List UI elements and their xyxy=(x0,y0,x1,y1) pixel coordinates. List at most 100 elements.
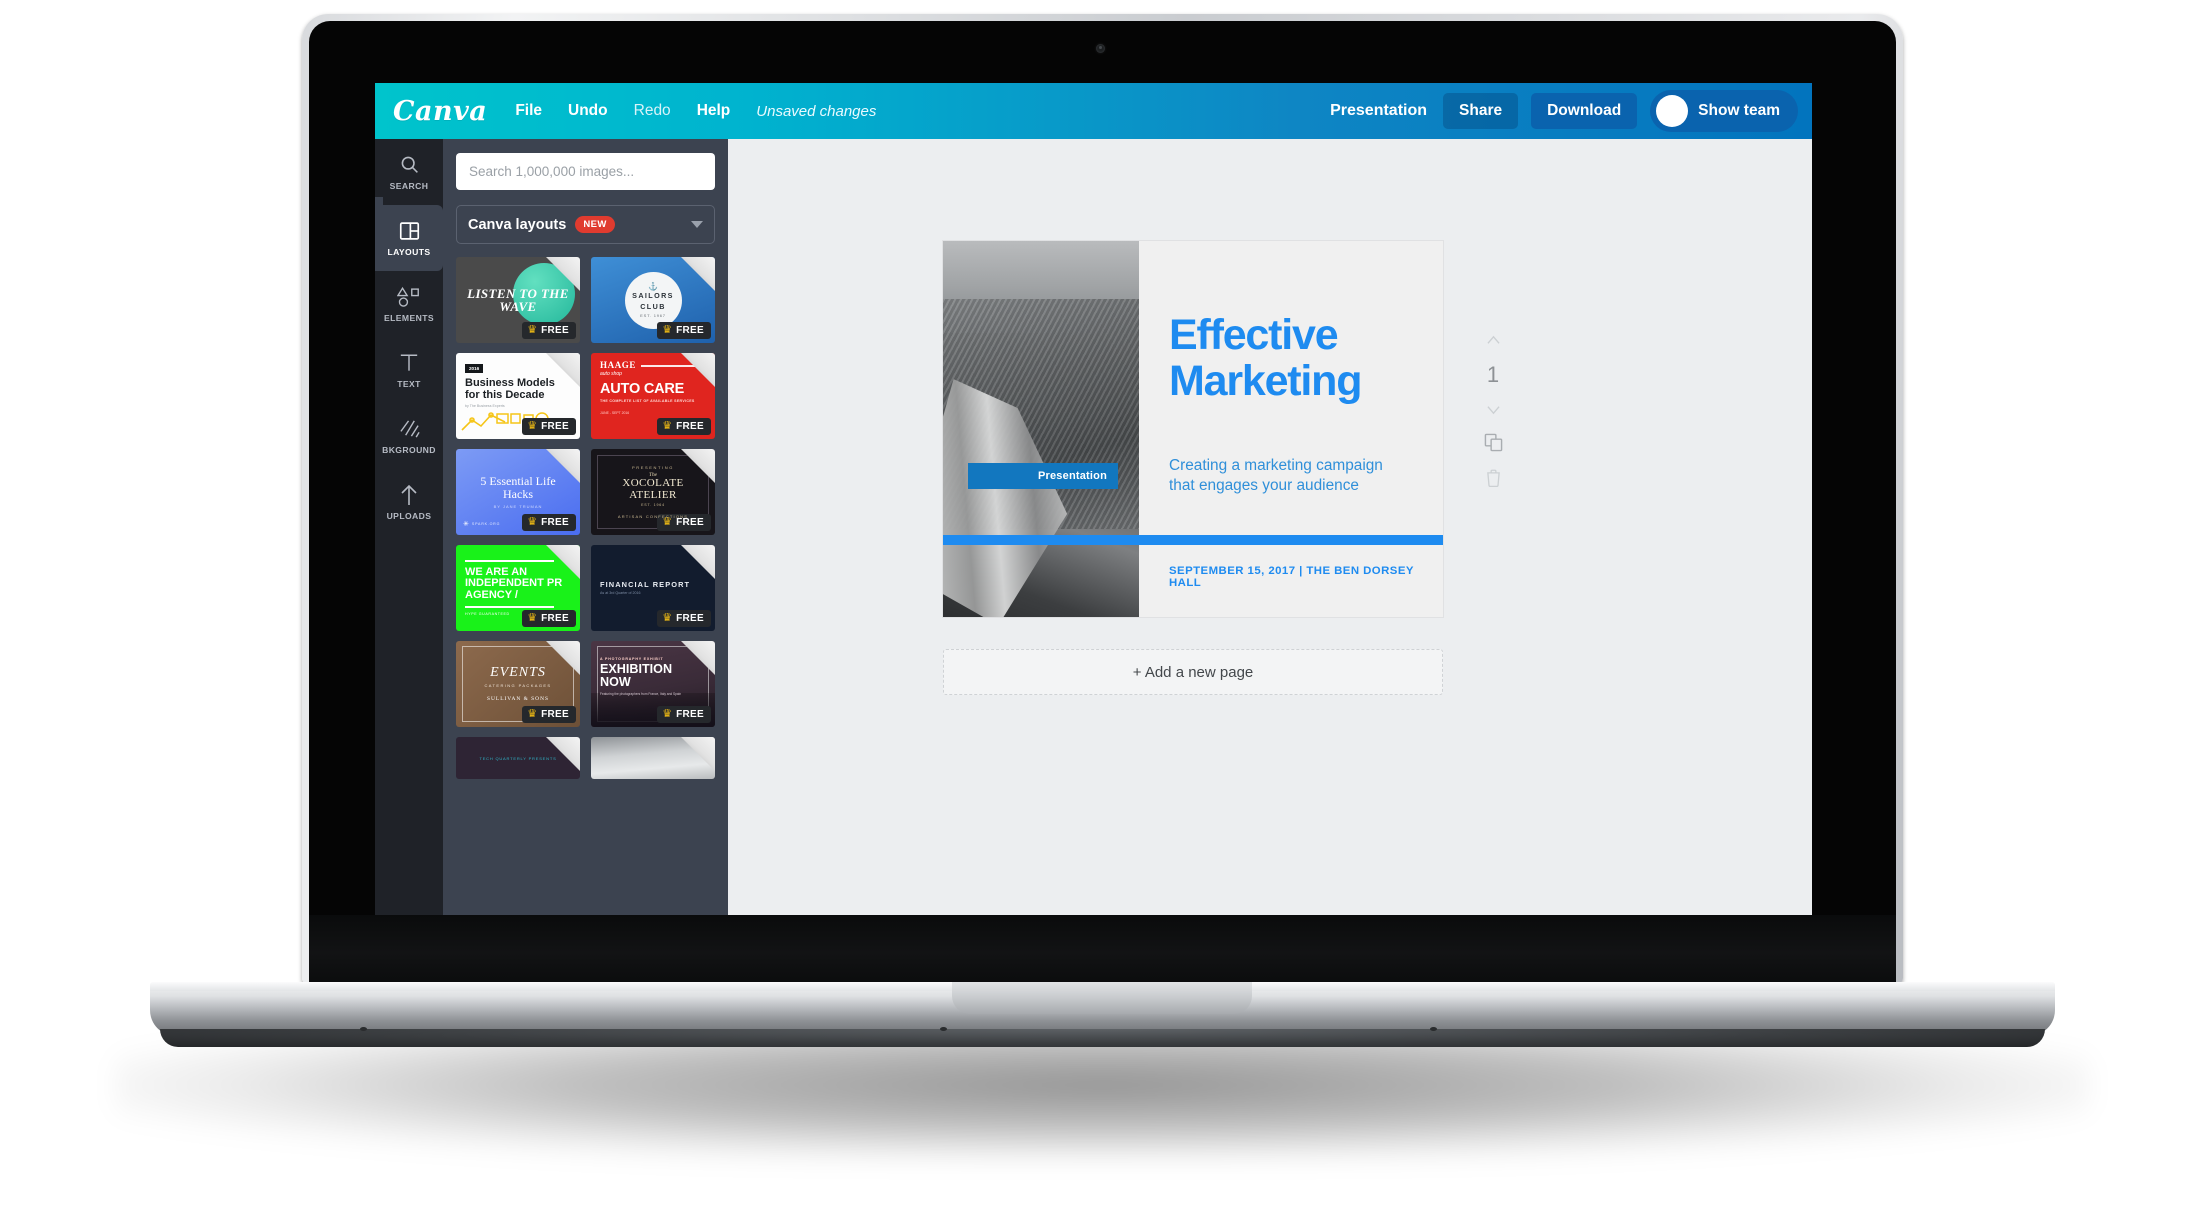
anchor-icon: ⚓ xyxy=(648,282,658,292)
menu-item-help[interactable]: Help xyxy=(697,102,731,120)
free-badge-label: FREE xyxy=(541,613,569,624)
template-thumb-xocolate-atelier[interactable]: PRESENTING The XOCOLATE ATELIER EST. 196… xyxy=(591,449,715,535)
template-thumb-haage-auto-care[interactable]: HAAGE auto shop AUTO CARE THE COMPLETE L… xyxy=(591,353,715,439)
sidebar-item-text[interactable]: TEXT xyxy=(375,337,443,403)
slide-subtitle-line2: that engages your audience xyxy=(1169,477,1359,495)
show-team-label: Show team xyxy=(1698,102,1780,119)
page-curl-icon xyxy=(681,257,715,291)
sidebar-item-layouts[interactable]: LAYOUTS xyxy=(375,197,443,271)
canva-logo[interactable]: Canva xyxy=(393,96,487,127)
download-button[interactable]: Download xyxy=(1531,93,1638,129)
template-thumb-events-catering[interactable]: EVENTS CATERING PACKAGES SULLIVAN & SONS… xyxy=(456,641,580,727)
laptop-foot-mid xyxy=(940,1027,947,1031)
move-up-icon[interactable] xyxy=(1486,334,1501,347)
free-badge[interactable]: ♛ FREE xyxy=(522,322,576,339)
avatar xyxy=(1656,95,1689,127)
template-subtitle: CATERING PACKAGES xyxy=(484,682,552,688)
search-placeholder-text: Search 1,000,000 images... xyxy=(469,164,635,179)
sidebar-item-label: BKGROUND xyxy=(382,444,436,455)
template-thumb-business-models[interactable]: 2016 Business Models for this Decade by … xyxy=(456,353,580,439)
share-button[interactable]: Share xyxy=(1443,93,1519,129)
sidebar-item-uploads[interactable]: UPLOADS xyxy=(375,469,443,535)
free-badge[interactable]: ♛ FREE xyxy=(522,514,576,531)
template-thumb-mountain-photo[interactable] xyxy=(591,737,715,779)
free-badge[interactable]: ♛ FREE xyxy=(657,418,711,435)
template-subtitle: by The Business Experts xyxy=(465,404,505,409)
template-subtitle: Featuring the photographers from France,… xyxy=(600,691,682,696)
sidebar-item-background[interactable]: BKGROUND xyxy=(375,403,443,469)
crown-icon: ♛ xyxy=(662,420,673,432)
menu-item-file[interactable]: File xyxy=(515,102,542,120)
template-title: 5 Essential Life Hacks xyxy=(480,474,556,501)
background-icon xyxy=(399,418,420,440)
laptop-foot-left xyxy=(360,1027,367,1031)
free-badge[interactable]: ♛ FREE xyxy=(657,610,711,627)
slide-footer[interactable]: SEPTEMBER 15, 2017 | THE BEN DORSEY HALL xyxy=(1169,565,1443,589)
text-icon xyxy=(399,352,419,374)
document-title[interactable]: Presentation xyxy=(1330,102,1427,120)
template-title: XOCOLATE ATELIER xyxy=(622,476,684,501)
add-new-page-label: + Add a new page xyxy=(1132,663,1254,681)
crown-icon: ♛ xyxy=(527,516,538,528)
add-new-page-button[interactable]: + Add a new page xyxy=(943,649,1443,695)
slide-title-line1: Effective xyxy=(1169,311,1339,359)
template-thumb-exhibition-now[interactable]: A PHOTOGRAPHY EXHIBIT EXHIBITION NOW Fea… xyxy=(591,641,715,727)
chevron-down-icon xyxy=(691,221,703,228)
template-thumb-sailors-club[interactable]: ⚓ SAILORS CLUB EST. 1967 ♛ FREE xyxy=(591,257,715,343)
template-thumb-listen-to-the-wave[interactable]: LISTEN TO THE WAVE ♛ FREE xyxy=(456,257,580,343)
free-badge-label: FREE xyxy=(541,517,569,528)
toolbar-right-group: Presentation Share Download Show team xyxy=(1330,90,1798,132)
sidebar-item-elements[interactable]: ELEMENTS xyxy=(375,271,443,337)
template-title: TECH QUARTERLY PRESENTS xyxy=(479,755,557,761)
page-number: 1 xyxy=(1486,362,1500,387)
template-thumb-independent-pr-agency[interactable]: WE ARE AN INDEPENDENT PR AGENCY / HYPE G… xyxy=(456,545,580,631)
template-title: EXHIBITION NOW xyxy=(600,662,673,689)
template-eyebrow: A PHOTOGRAPHY EXHIBIT xyxy=(600,657,664,661)
free-badge[interactable]: ♛ FREE xyxy=(657,322,711,339)
save-status-text: Unsaved changes xyxy=(756,102,877,120)
template-footer: ARTISAN CONFECTIONS xyxy=(617,514,689,520)
template-grid: LISTEN TO THE WAVE ♛ FREE ⚓ SAILORS CLUB… xyxy=(456,257,715,779)
page-tools: 1 xyxy=(1473,334,1513,487)
editor-canvas: Presentation Effective Marketing Creatin… xyxy=(728,139,1812,982)
layouts-dropdown[interactable]: Canva layouts NEW xyxy=(456,205,715,244)
slide-subtitle[interactable]: Creating a marketing campaign that engag… xyxy=(1169,456,1383,497)
template-subtitle: BY JANE TRUMAN xyxy=(493,503,543,509)
search-input[interactable]: Search 1,000,000 images... xyxy=(456,153,715,190)
layouts-dropdown-label: Canva layouts xyxy=(468,216,567,233)
trash-icon[interactable] xyxy=(1486,469,1501,487)
laptop-foot-right xyxy=(1430,1027,1437,1031)
duplicate-icon[interactable] xyxy=(1484,433,1503,452)
show-team-button[interactable]: Show team xyxy=(1650,90,1798,132)
crown-icon: ♛ xyxy=(527,612,538,624)
screenshot-stage: Canva File Undo Redo Help Unsaved change… xyxy=(0,0,2204,1205)
slide-title[interactable]: Effective Marketing xyxy=(1169,311,1362,405)
menu-item-redo[interactable]: Redo xyxy=(634,102,671,120)
sidebar-item-search[interactable]: SEARCH xyxy=(375,139,443,205)
menu-item-undo[interactable]: Undo xyxy=(568,102,608,120)
free-badge[interactable]: ♛ FREE xyxy=(522,610,576,627)
page-curl-icon xyxy=(546,737,580,771)
slide-1[interactable]: Presentation Effective Marketing Creatin… xyxy=(943,241,1443,617)
template-footer: SULLIVAN & SONS xyxy=(487,695,549,702)
template-thumb-5-essential-life-hacks[interactable]: 5 Essential Life Hacks BY JANE TRUMAN ✳ … xyxy=(456,449,580,535)
laptop-hinge-bar xyxy=(309,915,1896,984)
template-title: LISTEN TO THE WAVE xyxy=(467,285,569,314)
free-badge[interactable]: ♛ FREE xyxy=(522,418,576,435)
crown-icon: ♛ xyxy=(662,324,673,336)
laptop-base-lip xyxy=(160,1029,2045,1047)
move-down-icon[interactable] xyxy=(1486,403,1501,416)
slide-photo[interactable] xyxy=(943,241,1139,617)
laptop-base-notch xyxy=(952,982,1252,1014)
template-thumb-financial-report[interactable]: FINANCIAL REPORT As at 3rd Quarter of 20… xyxy=(591,545,715,631)
template-title: WE ARE AN INDEPENDENT PR AGENCY / xyxy=(465,565,563,601)
template-thumb-dark-teaser[interactable]: TECH QUARTERLY PRESENTS xyxy=(456,737,580,779)
presentation-chip[interactable]: Presentation xyxy=(968,463,1118,489)
crown-icon: ♛ xyxy=(527,324,538,336)
slide-title-line2: Marketing xyxy=(1169,356,1362,405)
template-title: SAILORS CLUB xyxy=(632,291,674,311)
elements-icon xyxy=(397,286,421,308)
app-body: SEARCH LAYOUTS ELEMENTS TEXT BKGROUND UP… xyxy=(375,139,1812,982)
layouts-panel: Search 1,000,000 images... Canva layouts… xyxy=(443,139,728,982)
sidebar-item-label: UPLOADS xyxy=(386,510,432,521)
